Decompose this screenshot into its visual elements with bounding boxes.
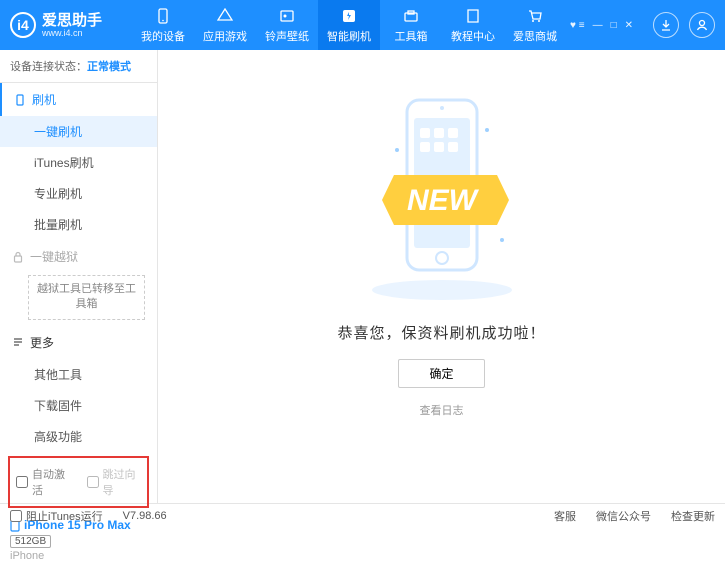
sidebar-item-itunes[interactable]: iTunes刷机 [0, 147, 157, 178]
app-name: 爱思助手 [42, 13, 102, 28]
book-icon [464, 7, 482, 25]
nav-label: 智能刷机 [327, 28, 371, 44]
nav-label: 爱思商城 [513, 28, 557, 44]
toolbox-icon [402, 7, 420, 25]
top-nav: 我的设备 应用游戏 铃声壁纸 智能刷机 工具箱 教程中心 爱思商城 [132, 0, 566, 50]
auto-activate-checkbox[interactable]: 自动激活 [16, 466, 71, 498]
maximize-icon[interactable]: □ [611, 20, 617, 31]
apps-icon [216, 7, 234, 25]
close-icon[interactable]: ✕ [625, 20, 633, 31]
nav-label: 教程中心 [451, 28, 495, 44]
view-log-link[interactable]: 查看日志 [420, 402, 464, 418]
nav-my-device[interactable]: 我的设备 [132, 0, 194, 50]
sidebar-item-pro[interactable]: 专业刷机 [0, 178, 157, 209]
sidebar-section-jailbreak: 一键越狱 [0, 240, 157, 273]
sidebar-item-batch[interactable]: 批量刷机 [0, 209, 157, 240]
nav-label: 铃声壁纸 [265, 28, 309, 44]
nav-store[interactable]: 爱思商城 [504, 0, 566, 50]
list-icon [12, 336, 24, 348]
service-link[interactable]: 客服 [554, 508, 576, 524]
sidebar-item-advanced[interactable]: 高级功能 [0, 421, 157, 452]
main-panel: NEW 恭喜您，保资料刷机成功啦！ 确定 查看日志 [158, 50, 725, 503]
flash-icon [340, 7, 358, 25]
window-controls: ♥ ≡ — □ ✕ [570, 20, 633, 31]
jailbreak-note: 越狱工具已转移至工具箱 [28, 275, 145, 320]
device-type: iPhone [10, 550, 147, 562]
media-icon [278, 7, 296, 25]
logo-icon: i4 [10, 12, 36, 38]
logo: i4 爱思助手 www.i4.cn [10, 12, 102, 38]
version-label: V7.98.66 [123, 510, 167, 522]
ok-button[interactable]: 确定 [398, 359, 484, 388]
phone-small-icon [14, 94, 26, 106]
sidebar-section-more[interactable]: 更多 [0, 326, 157, 359]
menu-icon[interactable]: ♥ ≡ [570, 20, 585, 31]
app-site: www.i4.cn [42, 28, 102, 38]
sidebar-section-flash[interactable]: 刷机 [0, 83, 157, 116]
update-link[interactable]: 检查更新 [671, 508, 715, 524]
topbar: i4 爱思助手 www.i4.cn 我的设备 应用游戏 铃声壁纸 智能刷机 工具… [0, 0, 725, 50]
storage-badge: 512GB [10, 535, 51, 548]
success-illustration: NEW [342, 80, 542, 310]
nav-tutorials[interactable]: 教程中心 [442, 0, 504, 50]
nav-ringtones[interactable]: 铃声壁纸 [256, 0, 318, 50]
block-itunes-checkbox[interactable]: 阻止iTunes运行 [10, 508, 103, 524]
sidebar: 设备连接状态：正常模式 刷机 一键刷机 iTunes刷机 专业刷机 批量刷机 一… [0, 50, 158, 503]
user-button[interactable] [689, 12, 715, 38]
sidebar-item-oneclick[interactable]: 一键刷机 [0, 116, 157, 147]
nav-toolbox[interactable]: 工具箱 [380, 0, 442, 50]
cart-icon [526, 7, 544, 25]
sidebar-item-download-fw[interactable]: 下载固件 [0, 390, 157, 421]
download-button[interactable] [653, 12, 679, 38]
sidebar-item-other[interactable]: 其他工具 [0, 359, 157, 390]
nav-label: 工具箱 [395, 28, 428, 44]
nav-label: 应用游戏 [203, 28, 247, 44]
lock-icon [12, 251, 24, 263]
device-icon [154, 7, 172, 25]
skip-guide-checkbox[interactable]: 跳过向导 [87, 466, 142, 498]
success-message: 恭喜您，保资料刷机成功啦！ [337, 322, 545, 343]
nav-apps[interactable]: 应用游戏 [194, 0, 256, 50]
status-value: 正常模式 [87, 61, 131, 73]
minimize-icon[interactable]: — [593, 20, 603, 31]
options-box: 自动激活 跳过向导 [8, 456, 149, 508]
connection-status: 设备连接状态：正常模式 [0, 50, 157, 83]
new-badge-text: NEW [407, 184, 480, 217]
nav-label: 我的设备 [141, 28, 185, 44]
top-right: ♥ ≡ — □ ✕ [570, 12, 715, 38]
wechat-link[interactable]: 微信公众号 [596, 508, 651, 524]
nav-flash[interactable]: 智能刷机 [318, 0, 380, 50]
